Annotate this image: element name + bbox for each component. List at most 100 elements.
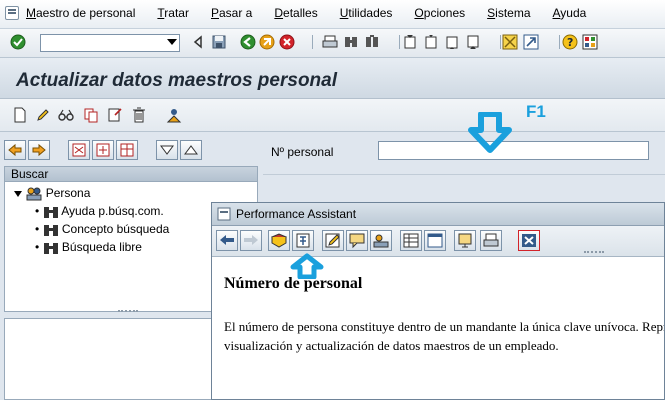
- next-page-icon[interactable]: [444, 34, 460, 50]
- last-page-icon[interactable]: [465, 34, 481, 50]
- back-icon[interactable]: [240, 34, 256, 50]
- menu-item[interactable]: Tratar: [157, 6, 189, 20]
- first-page-icon[interactable]: [402, 34, 418, 50]
- command-field[interactable]: [40, 34, 180, 52]
- binoculars-icon: [43, 224, 58, 236]
- table-icon: [403, 233, 419, 248]
- delimit-icon[interactable]: [107, 107, 123, 123]
- print-icon[interactable]: [322, 34, 338, 50]
- arrow-right-icon: [244, 235, 258, 245]
- expand-all-icon: [96, 143, 110, 157]
- change-pencil-icon[interactable]: [35, 107, 51, 123]
- personnel-number-input[interactable]: [378, 141, 649, 160]
- find-next-icon[interactable]: [364, 34, 380, 50]
- window-menu-icon[interactable]: [217, 207, 231, 221]
- pa-splitter[interactable]: [584, 251, 604, 256]
- f1-key-annotation: F1: [526, 102, 546, 121]
- customize-layout-icon[interactable]: [582, 34, 598, 50]
- pa-print-button[interactable]: [480, 230, 502, 251]
- menu-bar: Maestro de personal Tratar Pasar a Detalles…: [0, 0, 665, 29]
- shortcut-icon[interactable]: [523, 34, 539, 50]
- pane-splitter[interactable]: [118, 310, 138, 316]
- caret-down-icon[interactable]: [13, 189, 23, 199]
- menu-item-mnemonic: D: [274, 6, 284, 20]
- persons-icon: [26, 187, 42, 201]
- create-icon[interactable]: [12, 107, 28, 123]
- tree-child-label: Concepto búsqueda: [61, 222, 170, 236]
- delete-trash-icon[interactable]: [131, 107, 147, 123]
- standard-toolbar: ?: [0, 29, 665, 58]
- menu-item[interactable]: Pasar a: [211, 6, 252, 20]
- chevron-down-icon[interactable]: [167, 39, 177, 45]
- menu-item-label: etalles: [283, 6, 318, 20]
- tree-child-item[interactable]: • Concepto búsqueda: [35, 220, 169, 238]
- comment-icon: [349, 233, 365, 249]
- menu-item-label: pciones: [423, 6, 466, 20]
- application-toolbar: [0, 99, 665, 132]
- help-icon[interactable]: ?: [562, 34, 578, 50]
- tree-node-persona[interactable]: Persona: [13, 184, 90, 202]
- menu-item[interactable]: Maestro de personal: [26, 6, 135, 20]
- divider: [263, 174, 665, 175]
- performance-assistant-window: Performance Assistant Número de personal…: [211, 202, 665, 400]
- pa-window-button[interactable]: [424, 230, 446, 251]
- menu-item[interactable]: Sistema: [487, 6, 530, 20]
- move-up-button[interactable]: [180, 140, 202, 160]
- pa-close-button[interactable]: [518, 230, 540, 251]
- previous-page-icon[interactable]: [423, 34, 439, 50]
- expand-all-button[interactable]: [92, 140, 114, 160]
- binoculars-icon: [43, 206, 58, 218]
- menu-item[interactable]: Detalles: [274, 6, 317, 20]
- personnel-number-label: Nº personal: [271, 145, 334, 159]
- tree-child-label: Ayuda p.búsq.com.: [61, 204, 164, 218]
- pa-glossary-button[interactable]: [268, 230, 290, 251]
- menu-item-label: asar a: [219, 6, 253, 20]
- info-people-icon: [373, 234, 389, 248]
- notes-icon: [458, 233, 472, 248]
- menu-item-mnemonic: O: [414, 6, 424, 20]
- menu-item[interactable]: Utilidades: [340, 6, 393, 20]
- arrow-left-icon: [8, 143, 22, 157]
- tree-child-item[interactable]: • Ayuda p.búsq.com.: [35, 202, 164, 220]
- pa-comment-button[interactable]: [346, 230, 368, 251]
- arrow-left-icon: [220, 235, 234, 245]
- menu-item-mnemonic: S: [487, 6, 496, 20]
- menu-item[interactable]: Ayuda: [553, 6, 587, 20]
- display-glasses-icon[interactable]: [58, 107, 74, 123]
- print-icon: [483, 233, 499, 247]
- copy-icon[interactable]: [83, 107, 99, 123]
- navigate-forward-button[interactable]: [28, 140, 50, 160]
- page-title: Actualizar datos maestros personal: [16, 70, 337, 91]
- layout-icon: [120, 143, 134, 157]
- navigate-back-button[interactable]: [4, 140, 26, 160]
- new-session-icon[interactable]: [502, 34, 518, 50]
- enter-check-icon[interactable]: [10, 34, 26, 50]
- cancel-icon[interactable]: [279, 34, 295, 50]
- menu-items: Maestro de personal Tratar Pasar a Detalles…: [26, 6, 608, 20]
- pa-edit-button[interactable]: [322, 230, 344, 251]
- collapse-left-icon[interactable]: [190, 34, 206, 50]
- save-icon[interactable]: [211, 34, 227, 50]
- pa-notes-button[interactable]: [454, 230, 476, 251]
- layout-button[interactable]: [116, 140, 138, 160]
- menu-item-label: aestro de personal: [36, 6, 136, 20]
- person-overview-icon[interactable]: [166, 107, 182, 123]
- tree-node-label: Persona: [45, 186, 91, 200]
- menu-item[interactable]: Opciones: [414, 6, 465, 20]
- exit-icon[interactable]: [259, 34, 275, 50]
- svg-text:?: ?: [567, 36, 573, 49]
- menu-item-mnemonic: P: [210, 6, 219, 20]
- pa-info-button[interactable]: [370, 230, 392, 251]
- pa-toolbar: [212, 226, 664, 257]
- pa-forward-button[interactable]: [240, 230, 262, 251]
- find-icon[interactable]: [343, 34, 359, 50]
- pa-technical-info-button[interactable]: [292, 230, 314, 251]
- pa-title-bar[interactable]: Performance Assistant: [212, 203, 664, 226]
- move-down-button[interactable]: [156, 140, 178, 160]
- tree-child-item[interactable]: • Búsqueda libre: [35, 238, 142, 256]
- collapse-all-button[interactable]: [68, 140, 90, 160]
- menu-item-label: yuda: [560, 6, 587, 20]
- window-menu-icon[interactable]: [5, 6, 19, 20]
- pa-back-button[interactable]: [216, 230, 238, 251]
- pa-table-button[interactable]: [400, 230, 422, 251]
